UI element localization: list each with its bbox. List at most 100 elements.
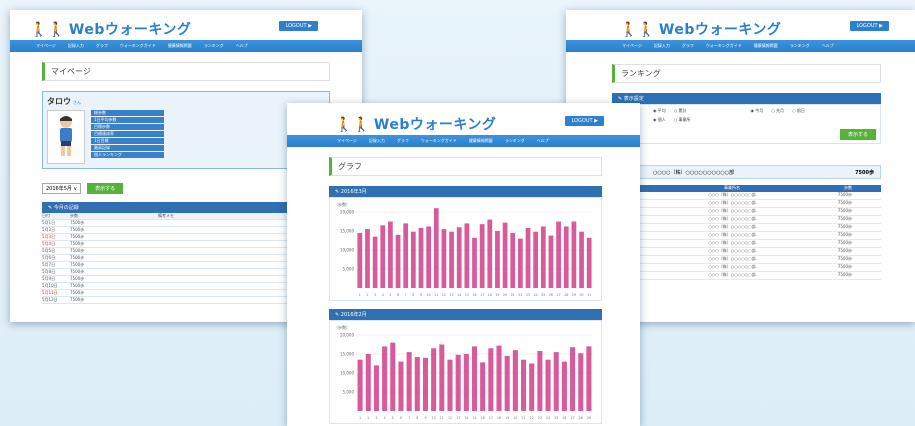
bar (502, 222, 508, 288)
nav-item-health[interactable]: 健康情報掲載 (162, 40, 198, 52)
table-row[interactable]: ○○○○○○（株）○○○○○○部7500歩 (612, 248, 881, 256)
column-header: 歩数 (70, 213, 78, 218)
x-tick-label: 22 (518, 293, 522, 297)
option-total[interactable]: ○ 累計 (674, 108, 687, 114)
site-logo[interactable]: 🚶🚶 Webウォーキング (620, 19, 781, 39)
option-average[interactable]: ◉ 平均 (653, 108, 666, 114)
nav-item-record[interactable]: 記録入力 (363, 135, 391, 147)
option-label: 前日 (796, 108, 805, 113)
bar (395, 234, 401, 288)
nav-item-health[interactable]: 健康情報掲載 (463, 135, 499, 147)
x-tick-label: 17 (489, 416, 493, 420)
nav-item-record[interactable]: 記録入力 (62, 40, 90, 52)
x-tick-label: 23 (538, 416, 542, 420)
logout-label: LOGOUT (571, 118, 593, 124)
column-header: 事業所名 (724, 185, 740, 190)
table-cell: 7500歩 (70, 297, 85, 302)
nav-item-record[interactable]: 記録入力 (648, 40, 676, 52)
x-tick-label: 4 (382, 293, 384, 297)
bar (365, 229, 370, 288)
nav-item-ranking[interactable]: ランキング (499, 135, 531, 147)
site-header: 🚶🚶 Webウォーキング LOGOUT ▶ (10, 10, 362, 40)
bar-chart: （歩数）20,00015,00010,0005,0001 2 3 4 5 6 7 8 9 10 11… (334, 201, 593, 297)
show-button[interactable]: 表示する (839, 129, 876, 140)
month-select-value: 2016年5月 (46, 186, 72, 192)
option-this-month[interactable]: ◉ 今月 (751, 108, 764, 114)
month-select[interactable]: 2016年5月 ∨ (42, 183, 82, 194)
nav-item-mypage[interactable]: マイページ (30, 40, 62, 52)
table-cell: 7500歩 (70, 248, 85, 253)
bar (439, 344, 445, 411)
logout-button[interactable]: LOGOUT ▶ (565, 116, 604, 126)
user-name: タロウ (47, 97, 71, 106)
nav-item-ranking[interactable]: ランキング (784, 40, 816, 52)
table-row[interactable]: ○○○○○○（株）○○○○○○部7500歩 (612, 240, 881, 248)
bar (479, 224, 485, 288)
table-row[interactable]: ○○○○○○（株）○○○○○○部7500歩 (612, 200, 881, 208)
bar (570, 347, 576, 411)
profile-menu-item[interactable]: 最高記録 (91, 145, 164, 151)
nav-item-help[interactable]: ヘルプ (531, 135, 555, 147)
site-logo[interactable]: 🚶🚶 Webウォーキング (30, 19, 191, 39)
table-cell: 5月4日 (42, 241, 56, 246)
x-tick-label: 8 (416, 416, 418, 420)
option-label: 事業所 (678, 117, 691, 122)
table-row[interactable]: ○○○○○○（株）○○○○○○部7500歩 (612, 216, 881, 224)
nav-item-help[interactable]: ヘルプ (816, 40, 840, 52)
nav-item-mypage[interactable]: マイページ (331, 135, 363, 147)
nav-item-guide[interactable]: ウォーキングガイド (700, 40, 748, 52)
x-tick-label: 1 (359, 416, 361, 420)
option-individual[interactable]: ◉ 個人 (653, 117, 666, 123)
bar (414, 357, 420, 411)
profile-menu-item[interactable]: 1日目標 (91, 138, 164, 144)
profile-menu-item[interactable]: 目標歩数 (91, 124, 164, 130)
site-logo[interactable]: 🚶🚶 Webウォーキング (335, 114, 496, 134)
nav-item-mypage[interactable]: マイページ (616, 40, 648, 52)
nav-item-ranking[interactable]: ランキング (198, 40, 230, 52)
nav-item-health[interactable]: 健康情報掲載 (748, 40, 784, 52)
option-office[interactable]: ○ 事業所 (674, 117, 691, 123)
table-cell: 7500歩 (837, 240, 852, 245)
x-tick-label: 3 (375, 416, 377, 420)
nav-item-help[interactable]: ヘルプ (230, 40, 254, 52)
table-row[interactable]: ○○○○○○（株）○○○○○○部7500歩 (612, 232, 881, 240)
table-cell: ○○○（株）○○○○○○部 (708, 208, 756, 213)
profile-menu-item[interactable]: 目標達成率 (91, 131, 164, 137)
logout-button[interactable]: LOGOUT ▶ (279, 21, 318, 31)
column-header: 備考メモ (158, 213, 174, 218)
logo-text: Webウォーキング (658, 22, 782, 38)
profile-menu-item[interactable]: 総歩数 (91, 110, 164, 116)
table-row[interactable]: ○○○○○○（株）○○○○○○部7500歩 (612, 224, 881, 232)
option-label: 平均 (657, 108, 666, 113)
table-row[interactable]: ○○○○○○（株）○○○○○○部7500歩 (612, 264, 881, 272)
nav-item-graph[interactable]: グラフ (676, 40, 700, 52)
table-cell: 5月8日 (42, 269, 56, 274)
logout-label: LOGOUT (856, 23, 878, 29)
bar (447, 359, 453, 411)
nav-item-guide[interactable]: ウォーキングガイド (114, 40, 162, 52)
table-row[interactable]: ○○○○○○（株）○○○○○○部7500歩 (612, 272, 881, 280)
nav-item-graph[interactable]: グラフ (391, 135, 415, 147)
table-row[interactable]: ○○○○○○（株）○○○○○○部7500歩 (612, 208, 881, 216)
table-cell: 7500歩 (70, 283, 85, 288)
settings-header: ✎ 表示設定 (612, 93, 881, 104)
profile-menu-item[interactable]: 個人ランキング (91, 152, 164, 158)
table-row[interactable]: ○○○○○○（株）○○○○○○部7500歩 (612, 192, 881, 200)
unit-label: （歩数） (334, 201, 350, 207)
table-cell: ○○○（株）○○○○○○部 (708, 272, 756, 277)
nav-item-guide[interactable]: ウォーキングガイド (415, 135, 463, 147)
show-button[interactable]: 表示する (87, 183, 124, 194)
table-row[interactable]: ○○○○○○（株）○○○○○○部7500歩 (612, 256, 881, 264)
table-cell: ○○○（株）○○○○○○部 (708, 200, 756, 205)
profile-menu-item[interactable]: 1日平均歩数 (91, 117, 164, 123)
nav-item-graph[interactable]: グラフ (90, 40, 114, 52)
top-rank-row: タロウ ○○○○（株）○○○○○○○○○○部 7500歩 (612, 165, 881, 179)
x-tick-label: 13 (450, 293, 454, 297)
chart-panel: （歩数） 20,000 15,000 10,000 5,000 1 2 3 4 5 6 7 8 9 10 11… (329, 320, 602, 424)
logout-button[interactable]: LOGOUT ▶ (850, 21, 889, 31)
option-last-month[interactable]: ○ 先月 (771, 108, 784, 114)
x-tick-label: 6 (400, 416, 402, 420)
option-previous-day[interactable]: ○ 前日 (792, 108, 805, 114)
table-cell: 5月1日 (42, 220, 56, 225)
table-cell: ○○○（株）○○○○○○部 (708, 264, 756, 269)
